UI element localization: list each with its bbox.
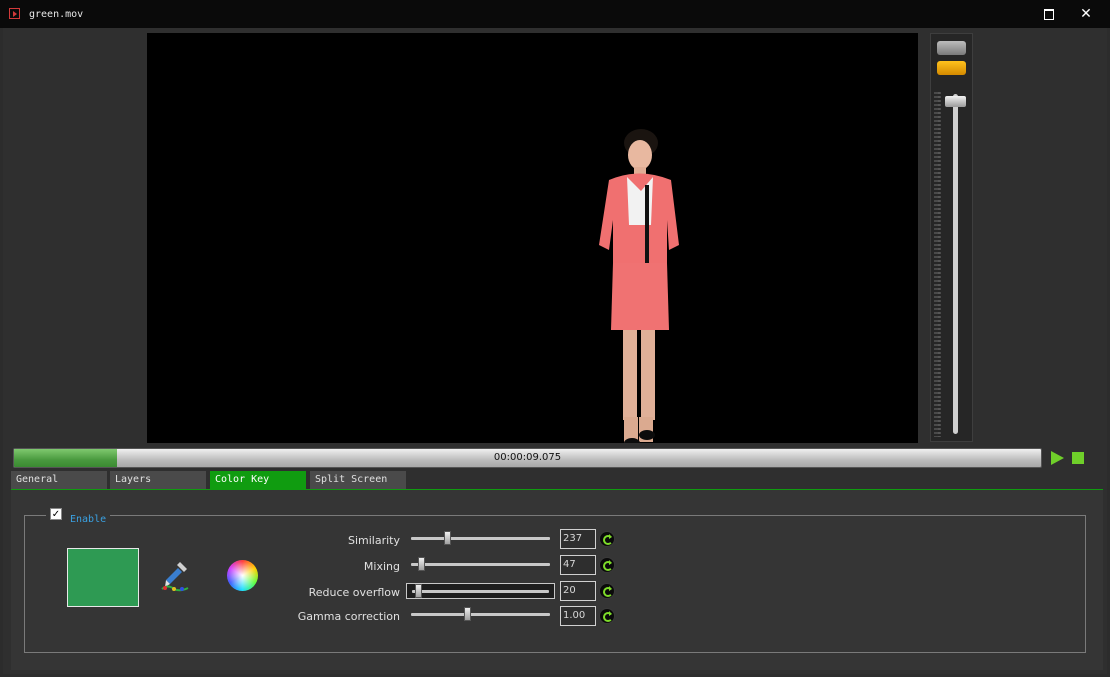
color-picker-eyedropper-icon[interactable] (160, 560, 190, 592)
slider-thumb[interactable] (414, 584, 422, 598)
similarity-slider[interactable] (411, 531, 550, 547)
video-preview[interactable] (147, 33, 918, 443)
keyed-presenter-image (599, 129, 679, 443)
app-logo-icon (9, 8, 20, 19)
slider-thumb[interactable] (444, 531, 451, 545)
stop-icon[interactable] (1072, 452, 1084, 464)
enable-checkbox[interactable]: ✓ (50, 508, 62, 520)
enable-toggle[interactable]: ✓ Enable (46, 507, 111, 525)
play-icon[interactable] (1051, 451, 1064, 465)
close-button[interactable]: ✕ (1075, 4, 1097, 24)
app-window: green.mov ✕ 00:00:09.075 General Layers … (0, 0, 1110, 677)
audio-level-meter-right (938, 92, 940, 437)
slider-track (412, 590, 549, 593)
mixing-slider[interactable] (411, 557, 550, 573)
mute-button[interactable] (937, 41, 966, 55)
tab-layers[interactable]: Layers (110, 471, 206, 489)
tab-color-key[interactable]: Color Key (210, 471, 306, 489)
gamma-correction-slider[interactable] (411, 607, 550, 623)
gamma-correction-reset-icon[interactable] (599, 608, 615, 624)
mixing-reset-icon[interactable] (599, 557, 615, 573)
audio-toggle-button[interactable] (937, 61, 966, 75)
reduce-overflow-value-field[interactable]: 20 (560, 581, 596, 601)
gamma-correction-value-field[interactable]: 1.00 (560, 606, 596, 626)
key-color-swatch[interactable] (67, 548, 139, 607)
mixing-label: Mixing (363, 560, 400, 573)
similarity-label: Similarity (347, 534, 400, 547)
slider-track (411, 563, 550, 566)
similarity-value-field[interactable]: 237 (560, 529, 596, 549)
slider-track (411, 613, 550, 616)
reduce-overflow-slider[interactable] (406, 583, 555, 599)
title-bar: green.mov ✕ (0, 0, 1110, 28)
reduce-overflow-reset-icon[interactable] (599, 583, 615, 599)
slider-track (411, 537, 550, 540)
slider-thumb[interactable] (463, 607, 471, 621)
volume-slider-track[interactable] (953, 94, 958, 434)
close-icon: ✕ (1080, 6, 1092, 22)
gamma-correction-label: Gamma correction (297, 610, 400, 623)
enable-label: Enable (70, 514, 107, 525)
slider-thumb[interactable] (417, 557, 425, 571)
mixing-value-field[interactable]: 47 (560, 555, 596, 575)
maximize-button[interactable] (1038, 4, 1060, 24)
playback-timeline[interactable]: 00:00:09.075 (13, 448, 1042, 468)
volume-panel (930, 33, 973, 442)
tab-split-screen[interactable]: Split Screen (310, 471, 406, 489)
tab-general[interactable]: General (11, 471, 107, 489)
reduce-overflow-label: Reduce overflow (308, 586, 400, 599)
volume-slider-thumb[interactable] (945, 95, 966, 107)
window-title: green.mov (29, 9, 84, 20)
maximize-icon (1044, 9, 1054, 20)
timecode: 00:00:09.075 (493, 452, 562, 463)
similarity-reset-icon[interactable] (599, 531, 615, 547)
